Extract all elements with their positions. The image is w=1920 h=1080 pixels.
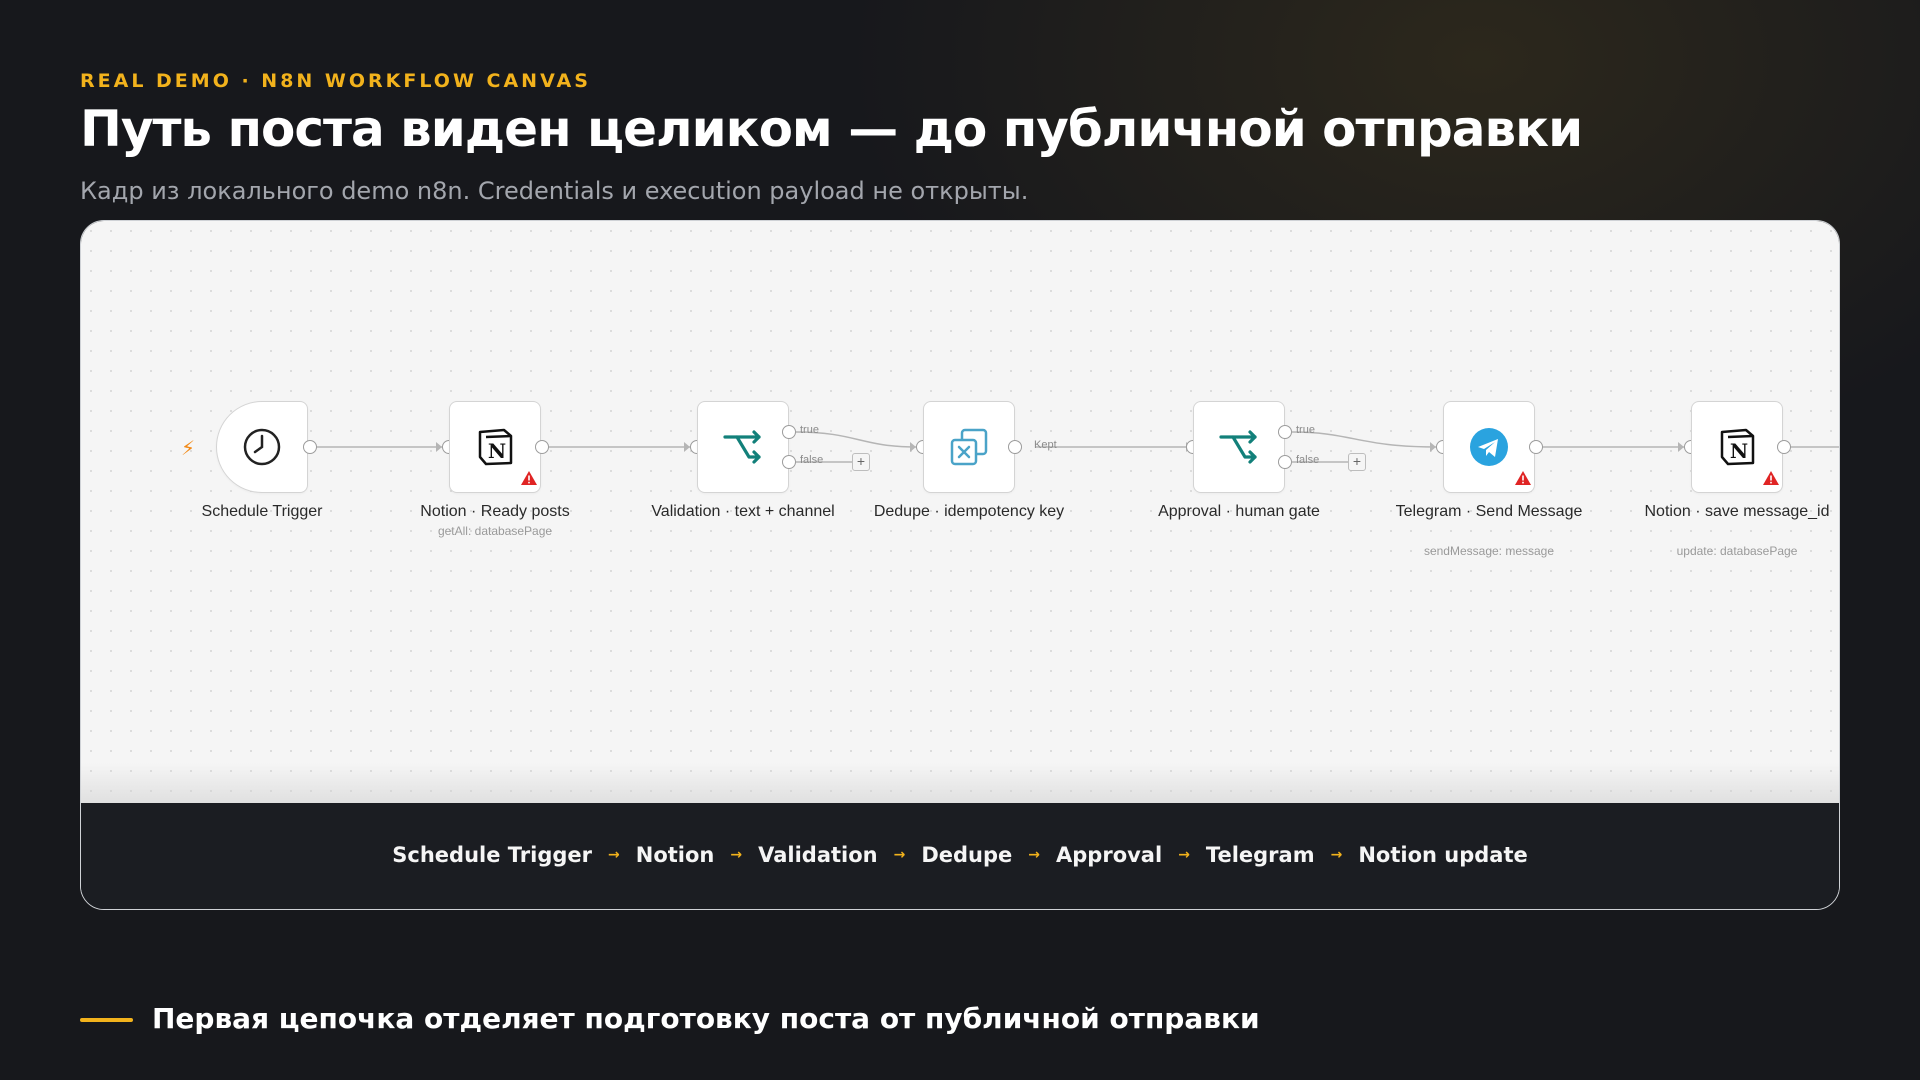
chain-step: Validation: [758, 843, 878, 867]
footer-caption: Первая цепочка отделяет подготовку поста…: [152, 1002, 1260, 1035]
output-port-true[interactable]: [782, 425, 796, 439]
clock-icon: [243, 428, 281, 466]
workflow-canvas[interactable]: ⚡ Schedule Trigger N Notion · Ready post…: [81, 221, 1839, 803]
output-port-false[interactable]: [782, 455, 796, 469]
chain-summary: Schedule Trigger → Notion → Validation →…: [81, 843, 1839, 867]
node-notion-save-message-id[interactable]: N: [1691, 401, 1783, 493]
chain-step: Schedule Trigger: [392, 843, 593, 867]
chain-summary-bar: Schedule Trigger → Notion → Validation →…: [81, 803, 1839, 909]
output-port-true[interactable]: [1278, 425, 1292, 439]
output-port[interactable]: [535, 440, 549, 454]
notion-icon: N: [478, 428, 513, 466]
chain-step: Notion update: [1358, 843, 1528, 867]
chain-step: Approval: [1056, 843, 1163, 867]
output-port[interactable]: [303, 440, 317, 454]
if-icon: [1219, 430, 1257, 464]
warning-icon: [1763, 471, 1779, 485]
output-port[interactable]: [1008, 440, 1022, 454]
node-approval[interactable]: [1193, 401, 1285, 493]
chain-step: Telegram: [1205, 843, 1315, 867]
node-label: Dedupe · idempotency key: [873, 503, 1065, 520]
page-title: Путь поста виден целиком — до публичной …: [80, 100, 1583, 158]
page-subtitle: Кадр из локального demo n8n. Credentials…: [80, 177, 1029, 205]
output-port[interactable]: [1777, 440, 1791, 454]
chain-arrow-icon: →: [730, 847, 743, 863]
notion-icon: N: [1720, 428, 1755, 466]
branch-label-true: true: [1296, 424, 1315, 436]
branch-label-false: false: [800, 454, 824, 466]
node-validation[interactable]: [697, 401, 789, 493]
trigger-bolt-icon: ⚡: [181, 438, 196, 460]
node-schedule-trigger[interactable]: [216, 401, 308, 493]
node-notion-ready-posts[interactable]: N: [449, 401, 541, 493]
output-port-false[interactable]: [1278, 455, 1292, 469]
workflow-screenshot-frame: ⚡ Schedule Trigger N Notion · Ready post…: [80, 220, 1840, 910]
chain-arrow-icon: →: [1330, 847, 1343, 863]
eyebrow-label: REAL DEMO · N8N WORKFLOW CANVAS: [80, 70, 591, 92]
branch-label-false: false: [1296, 454, 1320, 466]
dedupe-icon: [950, 428, 988, 466]
chain-step: Dedupe: [921, 843, 1013, 867]
output-label-kept: Kept: [1034, 439, 1057, 451]
svg-text:N: N: [488, 439, 506, 463]
node-label: Schedule Trigger: [201, 503, 323, 520]
node-label: Telegram · Send Message: [1395, 503, 1583, 520]
warning-icon: [521, 471, 537, 485]
svg-text:N: N: [1730, 439, 1748, 463]
add-node-button[interactable]: +: [852, 453, 870, 471]
chain-arrow-icon: →: [893, 847, 906, 863]
node-sublabel: update: databasePage: [1676, 544, 1798, 558]
chain-arrow-icon: →: [1028, 847, 1041, 863]
node-label: Approval · human gate: [1158, 503, 1320, 520]
chain-step: Notion: [635, 843, 715, 867]
warning-icon: [1515, 471, 1531, 485]
telegram-icon: [1470, 428, 1508, 466]
chain-arrow-icon: →: [1178, 847, 1190, 863]
node-telegram-send[interactable]: [1443, 401, 1535, 493]
node-dedupe[interactable]: [923, 401, 1015, 493]
chain-arrow-icon: →: [608, 847, 620, 863]
node-label: Notion · Ready posts: [420, 503, 570, 520]
branch-label-true: true: [800, 424, 819, 436]
node-sublabel: getAll: databasePage: [437, 524, 553, 538]
canvas-fade: [81, 763, 1839, 803]
node-label: Validation · text + channel: [651, 503, 835, 520]
output-port[interactable]: [1529, 440, 1543, 454]
add-node-button[interactable]: +: [1348, 453, 1366, 471]
node-label: Notion · save message_id: [1644, 503, 1830, 520]
node-sublabel: sendMessage: message: [1423, 544, 1555, 558]
footer-accent-line: [80, 1018, 133, 1022]
if-icon: [723, 430, 761, 464]
